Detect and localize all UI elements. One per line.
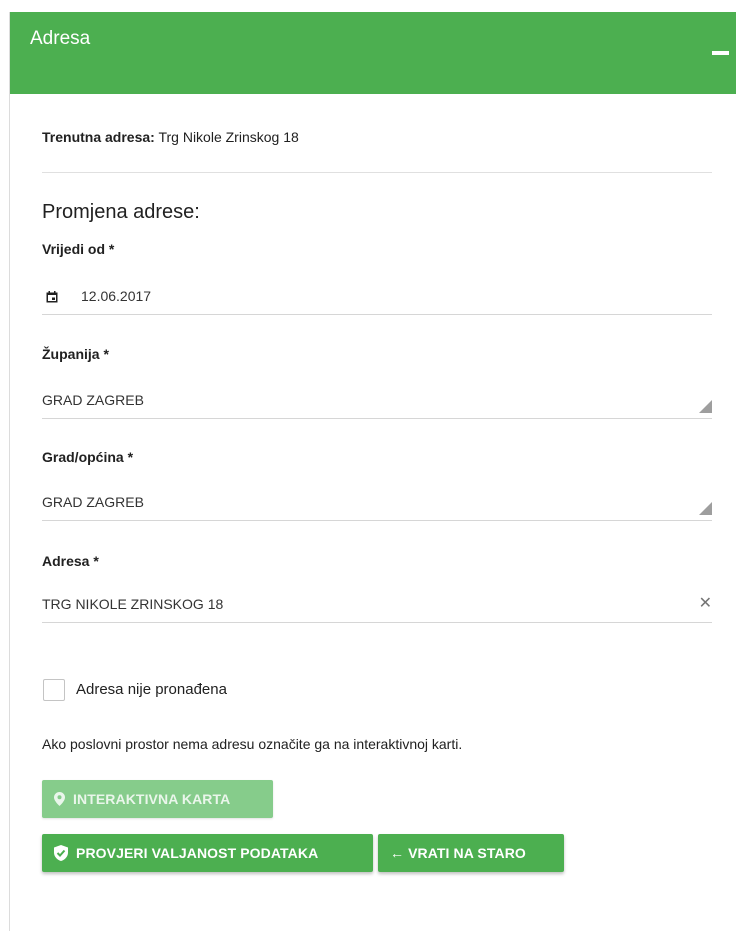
divider xyxy=(42,172,712,173)
validate-data-label: PROVJERI VALJANOST PODATAKA xyxy=(76,845,319,861)
validate-data-button[interactable]: PROVJERI VALJANOST PODATAKA xyxy=(42,834,373,872)
address-value: TRG NIKOLE ZRINSKOG 18 xyxy=(42,596,224,612)
panel-header: Adresa xyxy=(10,12,736,94)
address-label: Adresa * xyxy=(42,553,99,569)
dropdown-arrow-icon[interactable] xyxy=(699,400,712,413)
panel-title: Adresa xyxy=(30,28,91,49)
interactive-map-label: INTERAKTIVNA KARTA xyxy=(73,791,231,807)
address-input[interactable]: TRG NIKOLE ZRINSKOG 18 ✕ xyxy=(42,590,712,623)
revert-label: ← VRATI NA STARO xyxy=(390,845,526,861)
shield-check-icon xyxy=(54,845,68,861)
current-address-label: Trenutna adresa: xyxy=(42,129,155,145)
dropdown-arrow-icon[interactable] xyxy=(699,502,712,515)
clear-icon[interactable]: ✕ xyxy=(699,593,712,613)
current-address-value: Trg Nikole Zrinskog 18 xyxy=(158,129,299,145)
city-select[interactable]: GRAD ZAGREB xyxy=(42,488,712,521)
valid-from-value: 12.06.2017 xyxy=(81,288,152,304)
map-marker-icon xyxy=(54,792,65,806)
county-select[interactable]: GRAD ZAGREB xyxy=(42,386,712,419)
address-not-found-label[interactable]: Adresa nije pronađena xyxy=(76,681,227,698)
city-value: GRAD ZAGREB xyxy=(42,494,144,510)
change-address-title: Promjena adrese: xyxy=(42,201,200,223)
valid-from-label: Vrijedi od * xyxy=(42,241,115,257)
county-label: Županija * xyxy=(42,346,109,362)
city-label: Grad/općina * xyxy=(42,449,134,465)
address-panel: Adresa Trenutna adresa: Trg Nikole Zrins… xyxy=(9,12,736,931)
collapse-icon[interactable] xyxy=(712,51,729,55)
valid-from-field[interactable]: 12.06.2017 xyxy=(42,282,712,315)
current-address: Trenutna adresa: Trg Nikole Zrinskog 18 xyxy=(42,129,299,145)
revert-button[interactable]: ← VRATI NA STARO xyxy=(378,834,564,872)
interactive-map-button[interactable]: INTERAKTIVNA KARTA xyxy=(42,780,273,818)
map-hint-text: Ako poslovni prostor nema adresu označit… xyxy=(42,736,463,752)
county-value: GRAD ZAGREB xyxy=(42,392,144,408)
calendar-icon[interactable] xyxy=(46,291,58,303)
address-not-found-checkbox[interactable] xyxy=(43,679,65,701)
